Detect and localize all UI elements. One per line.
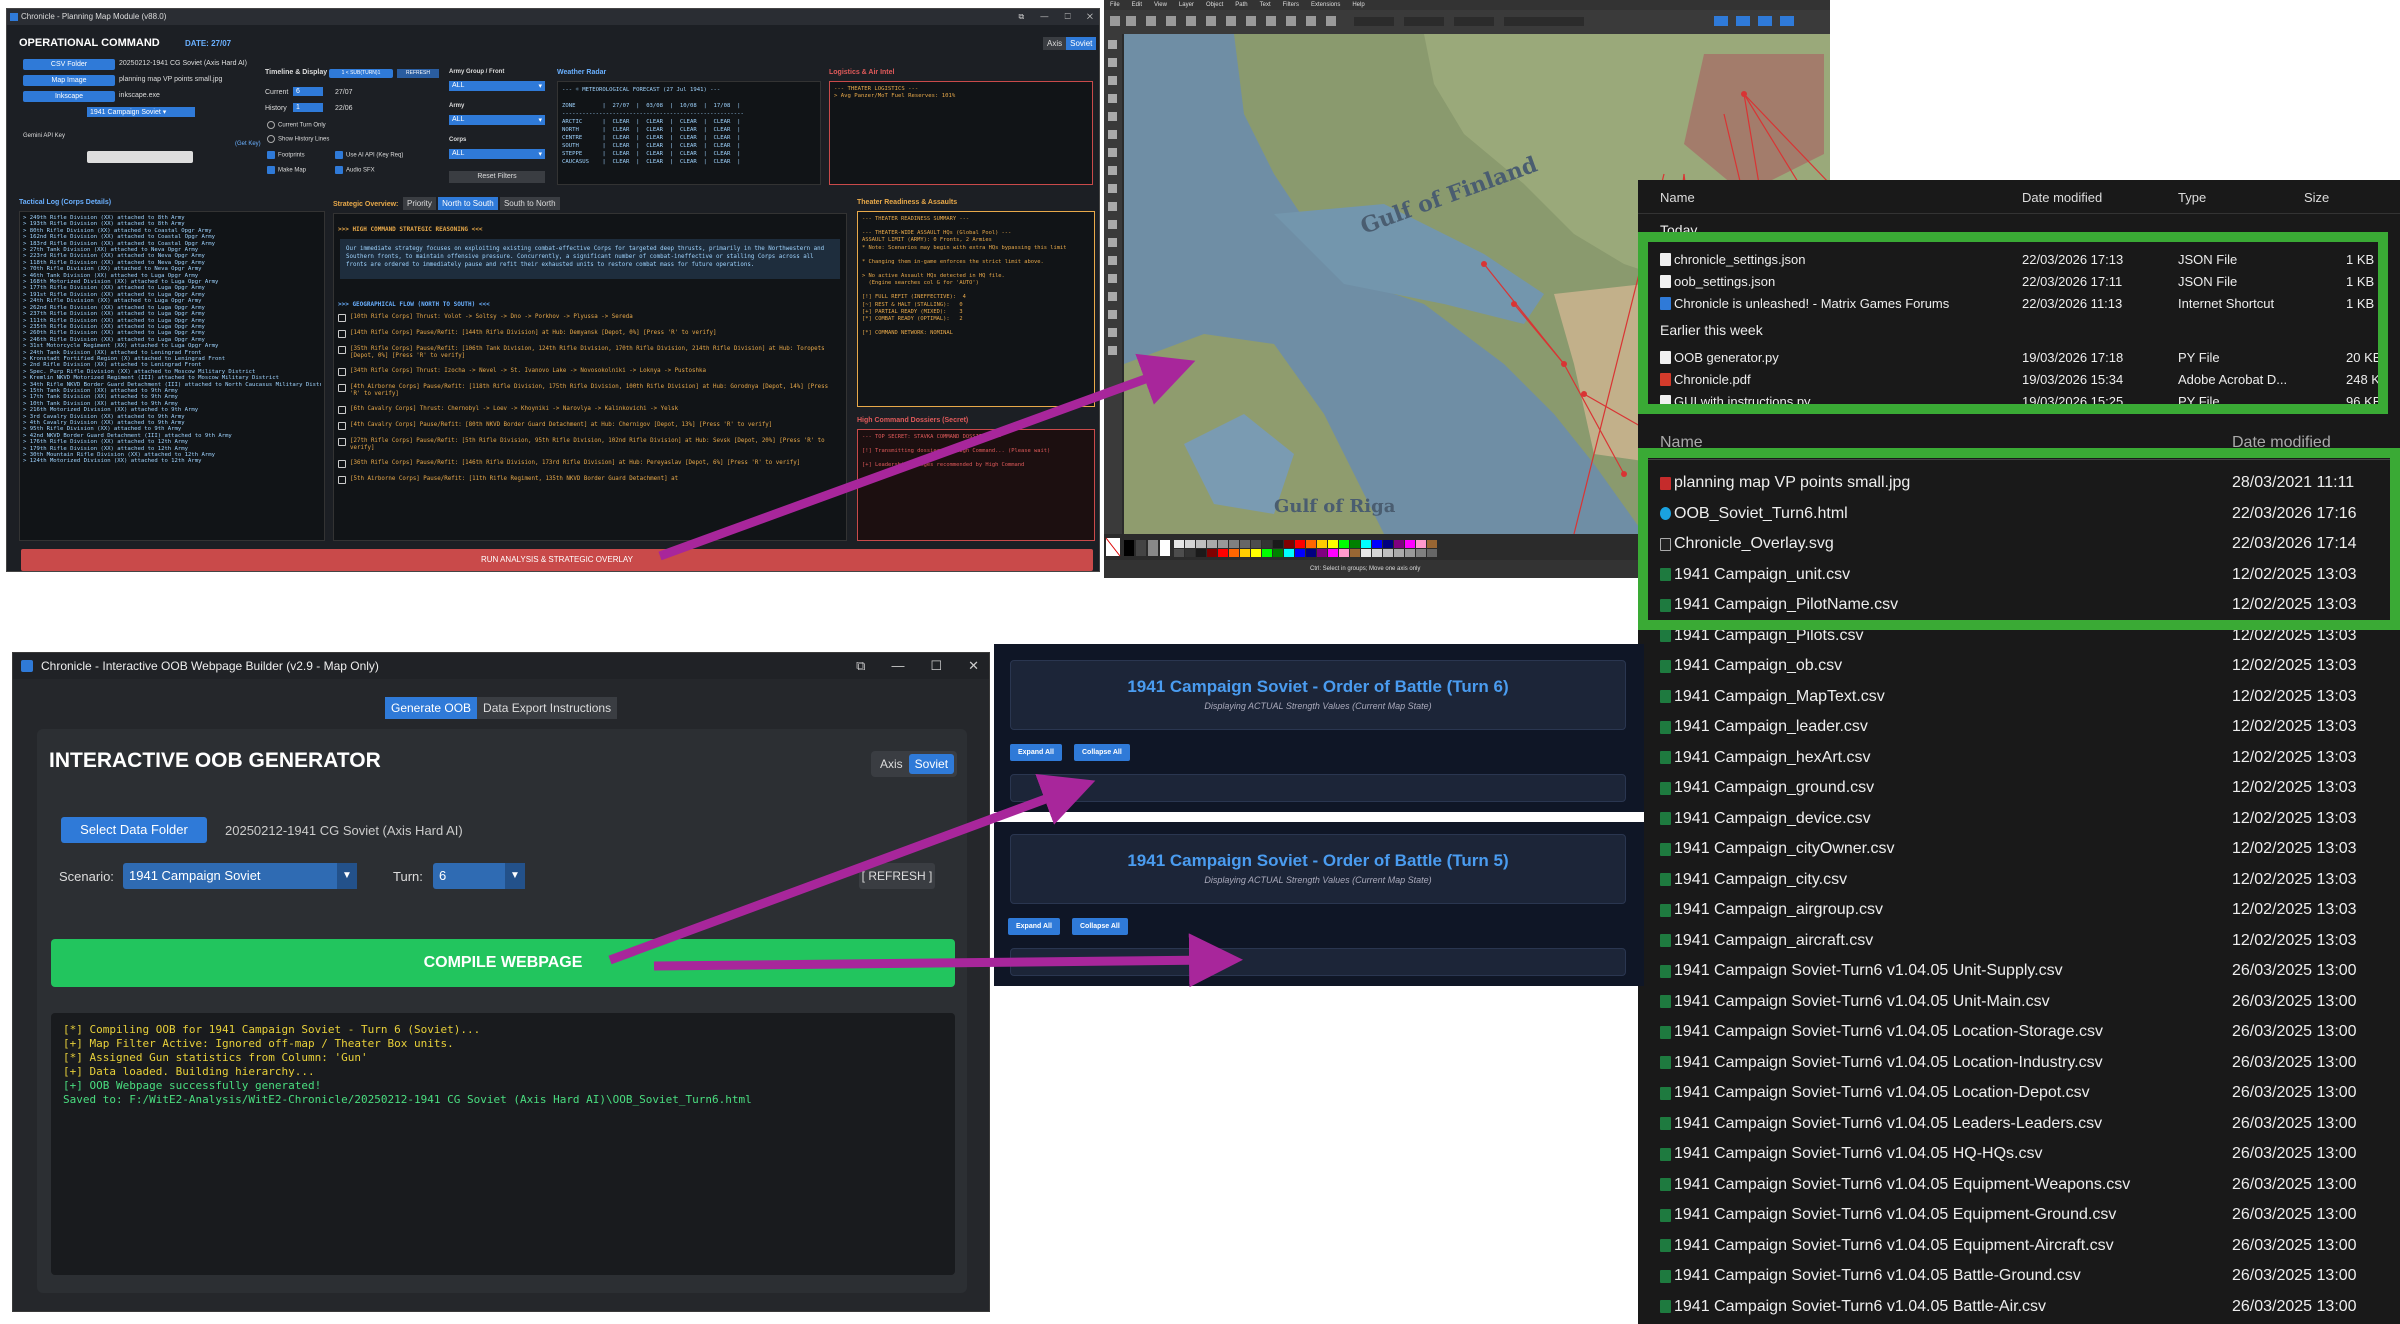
arrow-to-oob-turn5: [653, 933, 1243, 988]
arrow-to-map: [658, 353, 1196, 561]
annotation-arrows: [608, 353, 1243, 988]
arrow-to-oob-turn6: [608, 774, 1096, 965]
